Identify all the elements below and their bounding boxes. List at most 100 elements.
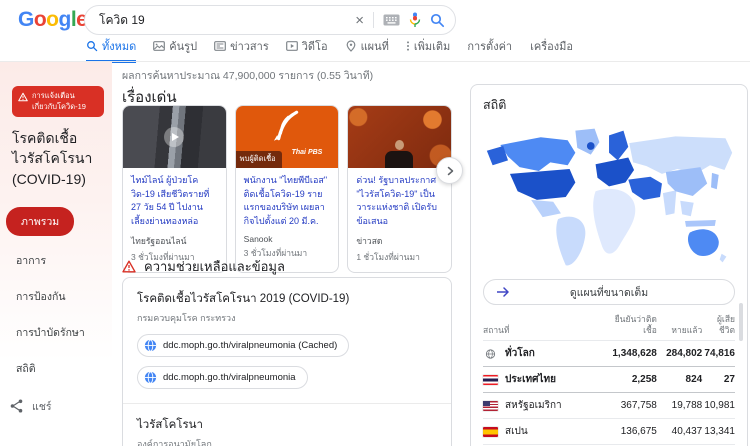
row-location: ประเทศไทย [505,372,556,387]
tab-label: ค้นรูป [169,37,197,55]
col-confirmed: ยืนยันว่าติดเชื้อ [594,314,657,341]
covid-alert-badge[interactable]: การแจ้งเตือน เกี่ยวกับโควิด-19 [12,86,104,117]
person-silhouette [385,140,415,168]
search-submit-button[interactable] [430,13,445,28]
story-thumbnail [123,106,226,168]
map-africa [593,189,635,254]
map-middle-east [628,177,662,200]
carousel-next-button[interactable] [436,157,463,184]
keyboard-button[interactable] [383,14,400,26]
tab-videos[interactable]: วิดีโอ [286,37,328,63]
videos-icon [286,40,298,52]
col-deaths: ผู้เสียชีวิต [702,314,735,341]
help-group-title: ไวรัสโคโรนา [137,416,437,434]
story-title: ด่วน! รัฐบาลประกาศ "ไวรัสโควิด-19" เป็นว… [356,174,443,228]
row-location: ทั่วโลก [505,346,535,361]
top-stories-carousel: ไทม์ไลน์ ผู้ป่วยโควิด-19 เสียชีวิตรายที่… [122,105,452,273]
header-divider [0,61,750,62]
help-group-subtitle: องค์การอนามัยโลก [137,437,437,446]
row-location: สเปน [505,424,528,439]
tab-images[interactable]: ค้นรูป [153,37,197,63]
statistics-title: สถิติ [483,95,735,115]
row-recovered: 824 [657,367,702,393]
tab-news[interactable]: ข่าวสาร [214,37,269,63]
world-map[interactable] [483,121,735,271]
table-row: ประเทศไทย 2,258 824 27 [483,367,735,393]
story-card[interactable]: Thai PBS พบผู้ติดเชื้อ พนักงาน "ไทยพีบีเ… [235,105,340,273]
row-confirmed: 136,675 [594,419,657,445]
google-search-results-page: Google × [0,0,750,446]
story-card[interactable]: ไทม์ไลน์ ผู้ป่วยโควิด-19 เสียชีวิตรายที่… [122,105,227,273]
thaipbs-logo-text: Thai PBS [292,149,323,156]
results-summary: ผลการค้นหาประมาณ 47,900,000 รายการ (0.55… [122,67,373,84]
help-info-card: โรคติดเชื้อไวรัสโคโรนา 2019 (COVID-19) ก… [122,277,452,446]
share-button[interactable]: แชร์ [10,398,104,415]
col-recovered: หายแล้ว [657,314,702,341]
story-card[interactable]: ด่วน! รัฐบาลประกาศ "ไวรัสโควิด-19" เป็นว… [347,105,452,273]
search-tabs: ทั้งหมด ค้นรูป ข่าวสาร วิดีโอ [86,37,505,63]
story-source: ข่าวสด [356,234,443,248]
covid-sidebar: การแจ้งเตือน เกี่ยวกับโควิด-19 โรคติดเชื… [0,62,112,446]
map-usa [510,169,575,200]
voice-search-button[interactable] [409,12,421,28]
table-scrollbar[interactable] [739,303,743,341]
logo-letter: g [59,8,71,31]
thaipbs-bird-logo [265,109,303,143]
statistics-panel: สถิติ [470,84,748,446]
map-new-zealand [720,254,727,263]
table-row: สหรัฐอเมริกา 367,758 19,788 10,981 [483,393,735,419]
tab-maps[interactable]: แผนที่ [345,37,389,63]
logo-letter: G [18,8,34,31]
story-time: 1 ชั่วโมงที่ผ่านมา [356,250,443,264]
thumbnail-caption: พบผู้ติดเชื้อ [236,151,282,168]
tab-all[interactable]: ทั้งหมด [86,37,136,63]
globe-icon [144,371,157,384]
tab-more[interactable]: เพิ่มเติม [406,37,450,63]
story-source: ไทยรัฐออนไลน์ [131,234,218,248]
sidebar-item-overview[interactable]: ภาพรวม [6,207,74,236]
google-logo[interactable]: Google [18,8,87,32]
share-icon [10,399,23,413]
sidebar-item-treatment[interactable]: การบำบัดรักษา [6,319,95,346]
search-icon [86,40,98,52]
news-icon [214,40,226,52]
row-confirmed: 1,348,628 [594,341,657,367]
settings-menu[interactable]: การตั้งค่า [467,37,512,63]
row-location: สหรัฐอเมริกา [505,398,562,413]
row-recovered: 40,437 [657,419,702,445]
row-recovered: 284,802 [657,341,702,367]
tab-label: ทั้งหมด [102,37,136,55]
story-thumbnail [348,106,451,168]
search-divider [373,12,374,28]
tools-label: เครื่องมือ [530,37,573,55]
sidebar-item-symptoms[interactable]: อาการ [6,247,56,274]
search-bar[interactable]: × [84,5,456,35]
story-body: พนักงาน "ไทยพีบีเอส" ติดเชื้อโควิด-19 รา… [236,168,339,268]
share-label: แชร์ [32,398,52,415]
search-input[interactable] [99,13,346,27]
warning-icon [122,260,136,273]
clear-search-button[interactable]: × [355,13,364,28]
map-indonesia [685,220,716,227]
map-mexico [531,200,561,217]
story-source: Sanook [244,234,331,244]
sidebar-item-statistics[interactable]: สถิติ [6,355,46,382]
tools-menu[interactable]: เครื่องมือ [530,37,573,63]
sidebar-item-prevention[interactable]: การป้องกัน [6,283,76,310]
map-iceland [587,142,595,150]
tab-label: เพิ่มเติม [414,37,450,55]
globe-icon [483,349,498,359]
help-link-chip[interactable]: ddc.moph.go.th/viralpneumonia [137,366,308,389]
view-full-map-button[interactable]: ดูแผนที่ขนาดเต็ม [483,279,735,305]
help-group-title: โรคติดเชื้อไวรัสโคโรนา 2019 (COVID-19) [137,290,437,308]
more-icon [406,40,410,52]
help-link-chip[interactable]: ddc.moph.go.th/viralpneumonia (Cached) [137,334,349,357]
chevron-right-icon [444,165,456,177]
map-australia [688,229,719,256]
row-confirmed: 367,758 [594,393,657,419]
row-deaths: 10,981 [702,393,735,419]
divider [123,403,451,404]
story-title: พนักงาน "ไทยพีบีเอส" ติดเชื้อโควิด-19 รา… [244,174,331,228]
map-scandinavia [609,131,628,161]
tab-label: แผนที่ [361,37,389,55]
